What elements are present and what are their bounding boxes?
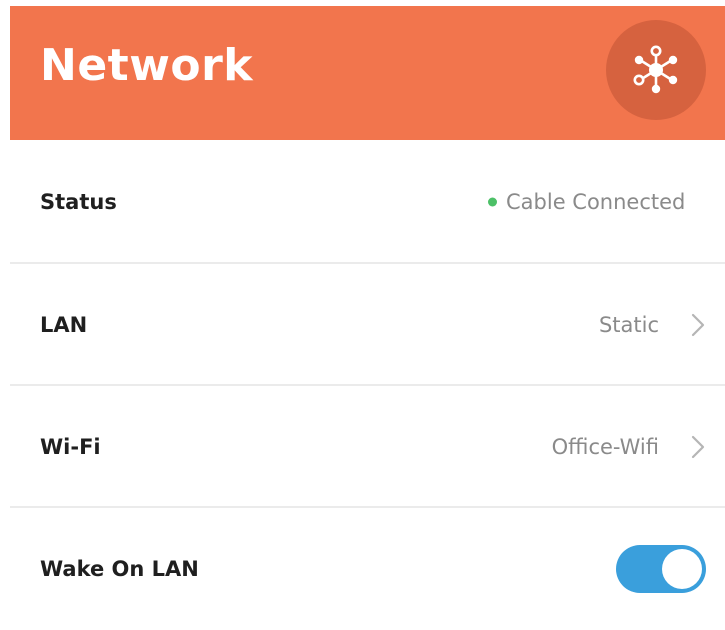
wake-on-lan-label: Wake On LAN bbox=[40, 557, 199, 581]
network-hub-icon-graphic bbox=[633, 45, 678, 94]
lan-value: Static bbox=[598, 313, 659, 337]
chevron-right-icon bbox=[691, 313, 705, 337]
toggle-knob bbox=[662, 549, 702, 589]
wifi-label: Wi-Fi bbox=[40, 435, 101, 459]
header-bar: Network bbox=[10, 6, 725, 140]
wake-on-lan-toggle[interactable] bbox=[616, 545, 706, 593]
network-hub-icon[interactable] bbox=[606, 20, 706, 120]
status-label: Status bbox=[40, 190, 117, 214]
page-title: Network bbox=[40, 40, 254, 91]
wake-on-lan-row: Wake On LAN bbox=[10, 508, 725, 630]
lan-row[interactable]: LAN Static bbox=[10, 264, 725, 386]
status-value: Cable Connected bbox=[506, 190, 686, 214]
chevron-right-icon bbox=[691, 435, 705, 459]
wifi-row[interactable]: Wi-Fi Office-Wifi bbox=[10, 386, 725, 508]
wifi-value: Office-Wifi bbox=[551, 435, 659, 459]
connection-status-dot bbox=[488, 197, 497, 207]
status-row: Status Cable Connected bbox=[10, 141, 725, 263]
lan-label: LAN bbox=[40, 313, 88, 337]
